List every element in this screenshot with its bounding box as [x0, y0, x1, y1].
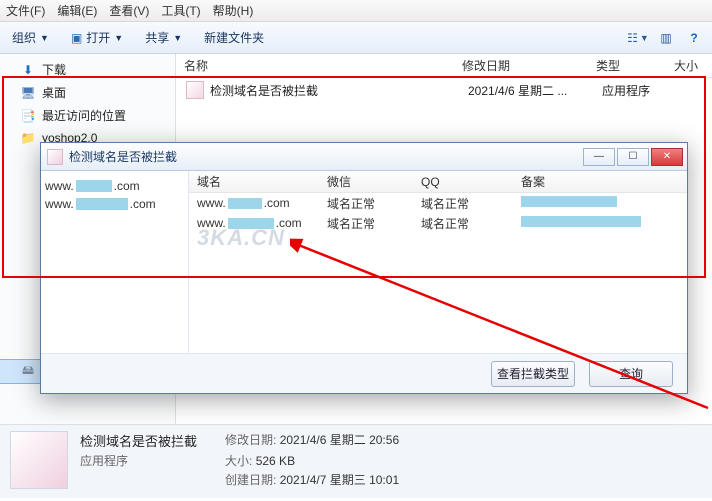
folder-icon: 📁 [20, 130, 36, 146]
details-thumb [10, 431, 68, 489]
dialog-title: 检测域名是否被拦截 [69, 148, 177, 165]
col-size[interactable]: 大小 [666, 57, 712, 74]
result-row[interactable]: www..com域名正常域名正常 [189, 213, 687, 233]
file-modified: 2021/4/6 星期二 ... [468, 82, 602, 99]
column-headers: 名称 修改日期 类型 大小 [176, 54, 712, 78]
nav-downloads[interactable]: ⬇下载 [0, 58, 175, 81]
dialog-domain-input-list[interactable]: www..comwww..com [41, 171, 189, 353]
col-name[interactable]: 名称 [176, 57, 454, 74]
cell-beian [513, 196, 687, 210]
details-size: 526 KB [256, 454, 295, 468]
menu-edit[interactable]: 编辑(E) [57, 2, 97, 19]
cell-wechat: 域名正常 [319, 195, 413, 212]
details-mod-label: 修改日期: [225, 433, 276, 447]
app-icon [186, 81, 204, 99]
maximize-button[interactable]: ☐ [617, 148, 649, 166]
view-block-types-button[interactable]: 查看拦截类型 [491, 361, 575, 387]
result-row[interactable]: www..com域名正常域名正常 [189, 193, 687, 213]
organize-button[interactable]: 组织▼ [6, 26, 55, 49]
col-type[interactable]: 类型 [588, 57, 666, 74]
cell-wechat: 域名正常 [319, 215, 413, 232]
desktop-icon: 🖥 [20, 85, 36, 101]
file-name: 检测域名是否被拦截 [210, 82, 468, 99]
file-type: 应用程序 [602, 82, 680, 99]
col-beian[interactable]: 备案 [513, 173, 687, 190]
details-created-label: 创建日期: [225, 473, 276, 487]
toolbar: 组织▼ ▣ 打开▼ 共享▼ 新建文件夹 ☷▼ ▥ ? [0, 22, 712, 54]
col-wechat[interactable]: 微信 [319, 173, 413, 190]
menubar: 文件(F) 编辑(E) 查看(V) 工具(T) 帮助(H) [0, 0, 712, 22]
dialog-titlebar[interactable]: 检测域名是否被拦截 — ☐ ✕ [41, 143, 687, 171]
help-button[interactable]: ? [682, 27, 706, 49]
query-button[interactable]: 查询 [589, 361, 673, 387]
details-size-label: 大小: [225, 454, 252, 468]
col-modified[interactable]: 修改日期 [454, 57, 588, 74]
preview-pane-button[interactable]: ▥ [654, 27, 678, 49]
nav-recent[interactable]: 📑最近访问的位置 [0, 104, 175, 127]
share-button[interactable]: 共享▼ [139, 26, 188, 49]
close-button[interactable]: ✕ [651, 148, 683, 166]
details-pane: 检测域名是否被拦截 修改日期: 2021/4/6 星期二 20:56 应用程序 … [0, 424, 712, 498]
drive-icon: 🖴 [20, 364, 36, 380]
dialog-result-list: 3KA.CN www..com域名正常域名正常www..com域名正常域名正常 [189, 193, 687, 353]
menu-tools[interactable]: 工具(T) [161, 2, 200, 19]
recent-icon: 📑 [20, 108, 36, 124]
dialog-app-icon [47, 149, 63, 165]
file-row[interactable]: 检测域名是否被拦截 2021/4/6 星期二 ... 应用程序 [176, 78, 712, 102]
minimize-button[interactable]: — [583, 148, 615, 166]
dialog-window: 检测域名是否被拦截 — ☐ ✕ www..comwww..com 域名 微信 Q… [40, 142, 688, 394]
menu-file[interactable]: 文件(F) [6, 2, 45, 19]
cell-domain: www..com [189, 216, 319, 230]
col-qq[interactable]: QQ [413, 175, 513, 189]
open-button[interactable]: ▣ 打开▼ [65, 26, 129, 49]
nav-desktop[interactable]: 🖥桌面 [0, 81, 175, 104]
details-name: 检测域名是否被拦截 [80, 431, 197, 450]
dialog-column-headers: 域名 微信 QQ 备案 [189, 171, 687, 193]
cell-qq: 域名正常 [413, 195, 513, 212]
view-options-button[interactable]: ☷▼ [626, 27, 650, 49]
details-mod: 2021/4/6 星期二 20:56 [280, 433, 399, 447]
cell-qq: 域名正常 [413, 215, 513, 232]
details-created: 2021/4/7 星期三 10:01 [280, 473, 399, 487]
menu-help[interactable]: 帮助(H) [213, 2, 254, 19]
dialog-footer: 查看拦截类型 查询 [41, 353, 687, 393]
col-domain[interactable]: 域名 [189, 173, 319, 190]
cell-domain: www..com [189, 196, 319, 210]
newfolder-button[interactable]: 新建文件夹 [198, 26, 270, 49]
details-type: 应用程序 [80, 452, 197, 469]
menu-view[interactable]: 查看(V) [109, 2, 149, 19]
cell-beian [513, 216, 687, 230]
open-icon: ▣ [71, 31, 82, 45]
input-domain-row: www..com [45, 177, 184, 195]
download-icon: ⬇ [20, 62, 36, 78]
input-domain-row: www..com [45, 195, 184, 213]
